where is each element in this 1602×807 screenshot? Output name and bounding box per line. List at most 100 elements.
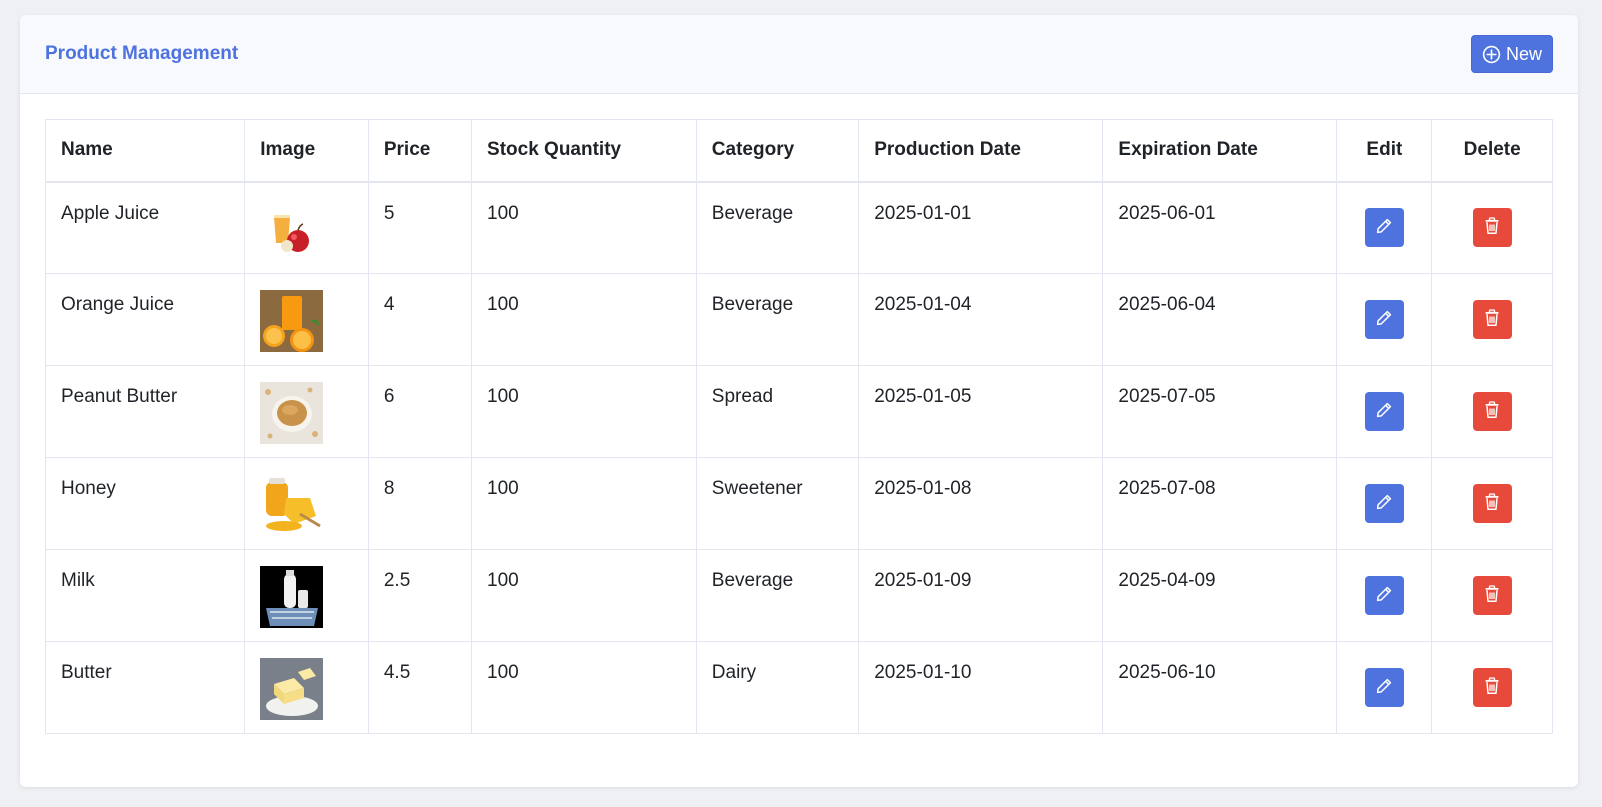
edit-cell (1336, 181, 1433, 274)
product-category: Dairy (695, 641, 860, 734)
product-stock: 100 (471, 365, 697, 458)
product-name: Orange Juice (44, 273, 246, 366)
product-name: Honey (44, 457, 246, 550)
trash-icon (1484, 585, 1500, 606)
product-category: Beverage (695, 273, 860, 366)
honey-image (260, 474, 324, 536)
product-category: Spread (695, 365, 860, 458)
header-row: Name Image Price Stock Quantity Category… (44, 119, 1553, 183)
trash-icon (1484, 493, 1500, 514)
product-price: 2.5 (367, 549, 473, 642)
edit-button[interactable] (1364, 484, 1404, 523)
product-expiration-date: 2025-06-01 (1102, 181, 1338, 274)
pencil-icon (1375, 309, 1393, 330)
product-expiration-date: 2025-07-08 (1102, 457, 1338, 550)
column-header-expiration-date: Expiration Date (1102, 119, 1338, 183)
product-image-cell (244, 457, 369, 550)
column-header-price: Price (367, 119, 473, 183)
pencil-icon (1375, 401, 1393, 422)
pencil-icon (1375, 585, 1393, 606)
product-name: Apple Juice (44, 181, 246, 274)
product-production-date: 2025-01-05 (858, 365, 1104, 458)
product-name: Milk (44, 549, 246, 642)
milk-image (260, 566, 324, 628)
product-production-date: 2025-01-10 (858, 641, 1104, 734)
column-header-delete: Delete (1431, 119, 1553, 183)
delete-cell (1431, 641, 1553, 734)
edit-cell (1336, 273, 1433, 366)
product-stock: 100 (471, 549, 697, 642)
edit-cell (1336, 365, 1433, 458)
table-row: Apple Juice 5 100 Beverage 2025-01-01 20… (44, 181, 1553, 274)
product-production-date: 2025-01-08 (858, 457, 1104, 550)
card-body: Name Image Price Stock Quantity Category… (20, 94, 1578, 734)
card-header: Product Management New (20, 15, 1578, 94)
delete-cell (1431, 549, 1553, 642)
trash-icon (1484, 677, 1500, 698)
new-product-button[interactable]: New (1470, 35, 1553, 73)
product-price: 4.5 (367, 641, 473, 734)
edit-button[interactable] (1364, 668, 1404, 707)
edit-cell (1336, 457, 1433, 550)
product-price: 8 (367, 457, 473, 550)
product-name: Butter (44, 641, 246, 734)
orange-juice-image (260, 290, 324, 352)
table-row: Orange Juice 4 100 Beverage 2025-01-04 2… (44, 273, 1553, 366)
product-name: Peanut Butter (44, 365, 246, 458)
butter-image (260, 658, 324, 720)
delete-cell (1431, 273, 1553, 366)
product-image-cell (244, 549, 369, 642)
delete-button[interactable] (1472, 392, 1512, 431)
product-price: 5 (367, 181, 473, 274)
delete-button[interactable] (1472, 300, 1512, 339)
trash-icon (1484, 401, 1500, 422)
product-production-date: 2025-01-01 (858, 181, 1104, 274)
table-body: Apple Juice 5 100 Beverage 2025-01-01 20… (44, 181, 1553, 734)
products-table: Name Image Price Stock Quantity Category… (44, 119, 1553, 734)
product-category: Beverage (695, 181, 860, 274)
column-header-stock: Stock Quantity (471, 119, 697, 183)
peanut-butter-image (260, 382, 324, 444)
delete-button[interactable] (1472, 484, 1512, 523)
delete-cell (1431, 181, 1553, 274)
delete-button[interactable] (1472, 576, 1512, 615)
product-price: 4 (367, 273, 473, 366)
column-header-image: Image (244, 119, 369, 183)
column-header-name: Name (44, 119, 246, 183)
product-stock: 100 (471, 181, 697, 274)
edit-button[interactable] (1364, 208, 1404, 248)
delete-cell (1431, 365, 1553, 458)
table-row: Honey 8 100 Sweetener 2025-01-08 2025-07… (44, 457, 1553, 550)
table-row: Milk 2.5 100 Beverage 2025-01-09 2025-04… (44, 549, 1553, 642)
edit-button[interactable] (1364, 300, 1404, 339)
delete-button[interactable] (1472, 208, 1512, 248)
product-image-cell (244, 641, 369, 734)
page-title: Product Management (45, 43, 239, 64)
delete-cell (1431, 457, 1553, 550)
delete-button[interactable] (1472, 668, 1512, 707)
product-expiration-date: 2025-07-05 (1102, 365, 1338, 458)
product-image-cell (244, 181, 369, 274)
product-category: Beverage (695, 549, 860, 642)
product-production-date: 2025-01-04 (858, 273, 1104, 366)
edit-cell (1336, 641, 1433, 734)
table-row: Peanut Butter 6 100 Spread 2025-01-05 20… (44, 365, 1553, 458)
pencil-icon (1375, 493, 1393, 514)
product-image-cell (244, 365, 369, 458)
table-row: Butter 4.5 100 Dairy 2025-01-10 2025-06-… (44, 641, 1553, 734)
pencil-icon (1375, 217, 1393, 238)
column-header-edit: Edit (1336, 119, 1433, 183)
new-button-label: New (1505, 43, 1542, 64)
product-stock: 100 (471, 457, 697, 550)
column-header-production-date: Production Date (858, 119, 1104, 183)
product-category: Sweetener (695, 457, 860, 550)
product-expiration-date: 2025-04-09 (1102, 549, 1338, 642)
table-header: Name Image Price Stock Quantity Category… (44, 119, 1553, 183)
product-stock: 100 (471, 273, 697, 366)
edit-button[interactable] (1364, 392, 1404, 431)
edit-button[interactable] (1364, 576, 1404, 615)
edit-cell (1336, 549, 1433, 642)
product-stock: 100 (471, 641, 697, 734)
product-price: 6 (367, 365, 473, 458)
product-production-date: 2025-01-09 (858, 549, 1104, 642)
